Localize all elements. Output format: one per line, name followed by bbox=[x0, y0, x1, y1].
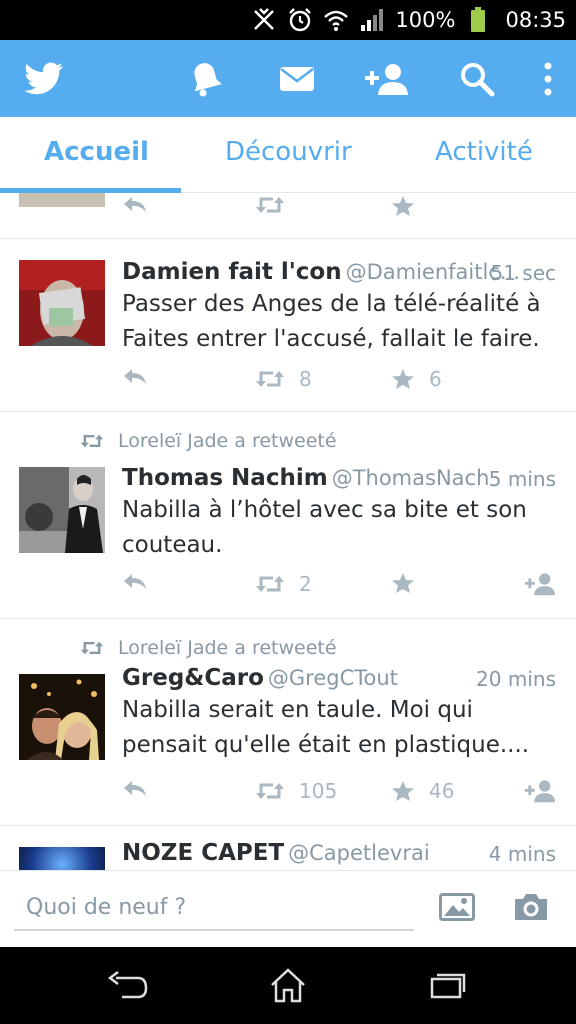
reply-icon[interactable] bbox=[122, 367, 148, 387]
follow-user-icon[interactable] bbox=[522, 572, 556, 596]
tweet-author[interactable]: Greg&Caro @GregCTout bbox=[122, 665, 398, 691]
clock: 08:35 bbox=[505, 8, 566, 32]
avatar[interactable] bbox=[19, 467, 105, 553]
retweeted-by: Loreleï Jade a retweeté bbox=[80, 637, 337, 659]
tweet-actions bbox=[0, 195, 576, 225]
tweet-text: Nabilla serait en taule. Moi qui pensait… bbox=[122, 697, 530, 758]
retweet-icon bbox=[256, 576, 284, 592]
retweeted-by-label: Loreleï Jade a retweeté bbox=[118, 430, 337, 452]
tweet-time: 5 mins bbox=[488, 467, 556, 491]
retweeted-by: Loreleï Jade a retweeté bbox=[80, 430, 337, 452]
notifications-bell-icon[interactable] bbox=[186, 60, 226, 98]
retweet-button[interactable]: 105 bbox=[255, 779, 337, 803]
reply-icon[interactable] bbox=[122, 195, 148, 215]
tweet-actions: 8 6 bbox=[0, 367, 576, 397]
favorite-button[interactable]: 6 bbox=[391, 367, 442, 391]
retweet-small-icon bbox=[80, 434, 104, 448]
tweet-author[interactable]: Damien fait l'con @Damienfaitlc... bbox=[122, 259, 520, 285]
tweet-time: 4 mins bbox=[488, 842, 556, 866]
tab-decouvrir[interactable]: Découvrir bbox=[225, 137, 352, 167]
retweet-button[interactable]: 8 bbox=[255, 367, 312, 391]
tweet-partial[interactable] bbox=[0, 193, 576, 239]
signal-icon bbox=[359, 7, 385, 33]
vibrate-off-icon bbox=[251, 7, 277, 33]
avatar[interactable] bbox=[19, 674, 105, 760]
tweet[interactable]: Damien fait l'con @Damienfaitlc... 51 sec… bbox=[0, 239, 576, 412]
alarm-icon bbox=[287, 7, 313, 33]
compose-input[interactable] bbox=[14, 885, 414, 931]
add-user-icon[interactable] bbox=[360, 60, 410, 98]
reply-icon[interactable] bbox=[122, 572, 148, 592]
app-bar bbox=[0, 40, 576, 117]
tweet-author[interactable]: Thomas Nachim @ThomasNach bbox=[122, 465, 489, 491]
twitter-bird-icon[interactable] bbox=[24, 60, 64, 98]
favorite-button[interactable]: 46 bbox=[391, 779, 454, 803]
camera-icon[interactable] bbox=[511, 889, 551, 925]
retweet-count: 105 bbox=[299, 779, 338, 803]
author-handle: @Capetlevrai bbox=[288, 841, 430, 865]
follow-user-icon[interactable] bbox=[522, 779, 556, 803]
overflow-menu-icon[interactable] bbox=[528, 60, 568, 98]
recent-apps-icon[interactable] bbox=[426, 965, 470, 1005]
retweet-button[interactable]: 2 bbox=[255, 572, 312, 596]
favorite-count: 6 bbox=[429, 367, 442, 391]
tweet[interactable]: Loreleï Jade a retweeté Thomas Nachim @Th… bbox=[0, 412, 576, 619]
wifi-icon bbox=[323, 7, 349, 33]
navigation-bar bbox=[0, 947, 576, 1024]
retweet-count: 8 bbox=[299, 367, 312, 391]
tab-accueil[interactable]: Accueil bbox=[44, 137, 149, 167]
messages-envelope-icon[interactable] bbox=[277, 60, 317, 98]
reply-icon[interactable] bbox=[122, 779, 148, 799]
author-name: NOZE CAPET bbox=[122, 840, 285, 866]
avatar[interactable] bbox=[19, 847, 105, 870]
favorite-count: 46 bbox=[429, 779, 455, 803]
author-handle: @ThomasNach bbox=[331, 466, 490, 490]
image-icon[interactable] bbox=[437, 889, 477, 925]
status-bar: 100% 08:35 bbox=[0, 0, 576, 40]
home-icon[interactable] bbox=[266, 965, 310, 1005]
retweet-count: 2 bbox=[299, 572, 312, 596]
tweet-text: Nabilla à l’hôtel avec sa bite et son co… bbox=[122, 497, 527, 558]
retweet-icon[interactable] bbox=[255, 195, 285, 215]
tweet-author[interactable]: NOZE CAPET @Capetlevrai bbox=[122, 840, 430, 866]
tweet-actions: 105 46 bbox=[0, 779, 576, 809]
compose-bar bbox=[0, 870, 576, 947]
retweet-icon bbox=[256, 783, 284, 799]
tweet-time: 20 mins bbox=[476, 667, 556, 691]
favorite-button[interactable] bbox=[391, 572, 415, 594]
favorite-star-icon bbox=[392, 573, 414, 593]
tweet-text: Passer des Anges de la télé-réalité à Fa… bbox=[122, 291, 541, 352]
favorite-star-icon bbox=[392, 781, 414, 801]
battery-percentage: 100% bbox=[395, 8, 456, 32]
tweet[interactable]: Loreleï Jade a retweeté Greg&Caro @GregCT… bbox=[0, 619, 576, 826]
tab-bar: Accueil Découvrir Activité bbox=[0, 117, 576, 193]
tab-activite[interactable]: Activité bbox=[435, 137, 533, 167]
avatar[interactable] bbox=[19, 260, 105, 346]
author-name: Thomas Nachim bbox=[122, 465, 328, 491]
author-name: Damien fait l'con bbox=[122, 259, 342, 285]
tweet-time: 51 sec bbox=[490, 261, 556, 285]
timeline[interactable]: Damien fait l'con @Damienfaitlc... 51 sec… bbox=[0, 193, 576, 870]
favorite-star-icon[interactable] bbox=[391, 195, 415, 217]
favorite-star-icon bbox=[392, 369, 414, 389]
author-name: Greg&Caro bbox=[122, 665, 264, 691]
battery-icon bbox=[465, 7, 491, 33]
retweeted-by-label: Loreleï Jade a retweeté bbox=[118, 637, 337, 659]
search-icon[interactable] bbox=[457, 60, 497, 98]
tweet[interactable]: NOZE CAPET @Capetlevrai 4 mins bbox=[0, 826, 576, 870]
retweet-icon bbox=[256, 371, 284, 387]
tweet-actions: 2 bbox=[0, 572, 576, 602]
back-icon[interactable] bbox=[106, 965, 150, 1005]
retweet-small-icon bbox=[80, 641, 104, 655]
author-handle: @GregCTout bbox=[267, 666, 398, 690]
